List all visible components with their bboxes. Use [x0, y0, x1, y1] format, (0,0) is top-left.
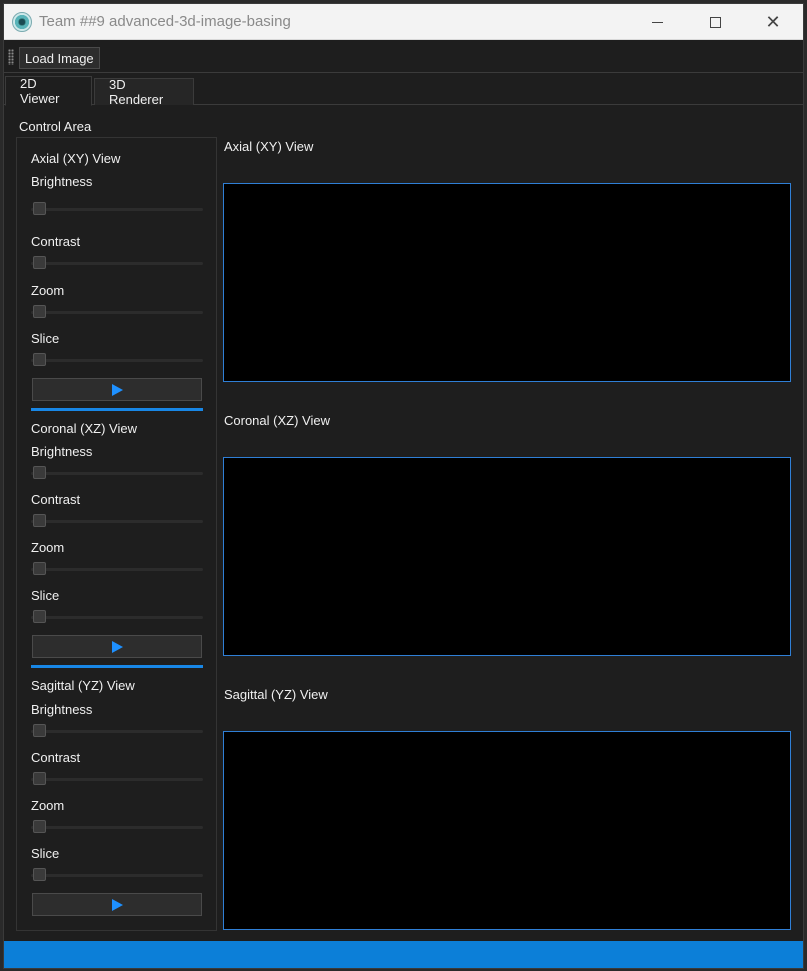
- sagittal-view-title: Sagittal (YZ) View: [224, 687, 328, 702]
- axial-contrast-slider[interactable]: [31, 256, 203, 270]
- play-icon: [111, 383, 123, 396]
- minimize-icon: [651, 21, 663, 23]
- window-title: Team ##9 advanced-3d-image-basing: [39, 13, 291, 30]
- play-icon: [111, 640, 123, 653]
- slider-handle[interactable]: [33, 256, 46, 269]
- tab-bar: 2D Viewer 3D Renderer: [4, 74, 803, 107]
- control-area-title: Control Area: [19, 119, 92, 134]
- group-separator: [31, 665, 203, 668]
- sagittal-zoom-slider[interactable]: [31, 820, 203, 834]
- sagittal-zoom-label: Zoom: [31, 798, 65, 813]
- coronal-view-title: Coronal (XZ) View: [224, 413, 330, 428]
- tab-3d-renderer[interactable]: 3D Renderer: [94, 77, 194, 107]
- axial-brightness-slider[interactable]: [31, 202, 203, 216]
- axial-play-button[interactable]: [32, 378, 202, 401]
- app-logo-icon: [12, 12, 32, 32]
- sagittal-play-button[interactable]: [32, 893, 202, 916]
- coronal-view-canvas[interactable]: [223, 457, 791, 656]
- coronal-brightness-label: Brightness: [31, 444, 93, 459]
- coronal-slice-label: Slice: [31, 588, 60, 603]
- sagittal-brightness-slider[interactable]: [31, 724, 203, 738]
- sagittal-group-title: Sagittal (YZ) View: [31, 678, 135, 693]
- toolbar-grip-handle[interactable]: [8, 49, 14, 65]
- sagittal-view-canvas[interactable]: [223, 731, 791, 930]
- toolbar: Load Image: [4, 41, 803, 73]
- slider-handle[interactable]: [33, 868, 46, 881]
- control-panel: Axial (XY) View Brightness Contrast Zoom…: [16, 137, 217, 931]
- group-separator: [31, 408, 203, 411]
- sagittal-brightness-label: Brightness: [31, 702, 93, 717]
- maximize-button[interactable]: [686, 4, 744, 40]
- slider-handle[interactable]: [33, 202, 46, 215]
- coronal-contrast-slider[interactable]: [31, 514, 203, 528]
- title-bar: Team ##9 advanced-3d-image-basing ✕: [4, 4, 803, 40]
- axial-view-canvas[interactable]: [223, 183, 791, 382]
- sagittal-contrast-label: Contrast: [31, 750, 81, 765]
- coronal-contrast-label: Contrast: [31, 492, 81, 507]
- slider-handle[interactable]: [33, 305, 46, 318]
- coronal-zoom-slider[interactable]: [31, 562, 203, 576]
- close-icon: ✕: [765, 12, 781, 32]
- axial-group-title: Axial (XY) View: [31, 151, 121, 166]
- coronal-brightness-slider[interactable]: [31, 466, 203, 480]
- coronal-play-button[interactable]: [32, 635, 202, 658]
- axial-view-title: Axial (XY) View: [224, 139, 314, 154]
- axial-brightness-label: Brightness: [31, 174, 93, 189]
- status-bar: [4, 941, 803, 968]
- load-image-button[interactable]: Load Image: [19, 47, 100, 69]
- minimize-button[interactable]: [628, 4, 686, 40]
- axial-contrast-label: Contrast: [31, 234, 81, 249]
- maximize-icon: [709, 16, 721, 28]
- slider-handle[interactable]: [33, 610, 46, 623]
- coronal-slice-slider[interactable]: [31, 610, 203, 624]
- sagittal-slice-label: Slice: [31, 846, 60, 861]
- slider-handle[interactable]: [33, 466, 46, 479]
- sagittal-contrast-slider[interactable]: [31, 772, 203, 786]
- coronal-group-title: Coronal (XZ) View: [31, 421, 137, 436]
- slider-handle[interactable]: [33, 514, 46, 527]
- slider-handle[interactable]: [33, 820, 46, 833]
- app-window: Team ##9 advanced-3d-image-basing ✕ Load…: [3, 3, 804, 969]
- close-button[interactable]: ✕: [744, 4, 802, 40]
- slider-handle[interactable]: [33, 724, 46, 737]
- sagittal-slice-slider[interactable]: [31, 868, 203, 882]
- axial-zoom-label: Zoom: [31, 283, 65, 298]
- axial-slice-slider[interactable]: [31, 353, 203, 367]
- slider-handle[interactable]: [33, 353, 46, 366]
- coronal-zoom-label: Zoom: [31, 540, 65, 555]
- axial-slice-label: Slice: [31, 331, 60, 346]
- tab-2d-viewer[interactable]: 2D Viewer: [5, 76, 92, 106]
- axial-zoom-slider[interactable]: [31, 305, 203, 319]
- slider-handle[interactable]: [33, 772, 46, 785]
- slider-handle[interactable]: [33, 562, 46, 575]
- play-icon: [111, 898, 123, 911]
